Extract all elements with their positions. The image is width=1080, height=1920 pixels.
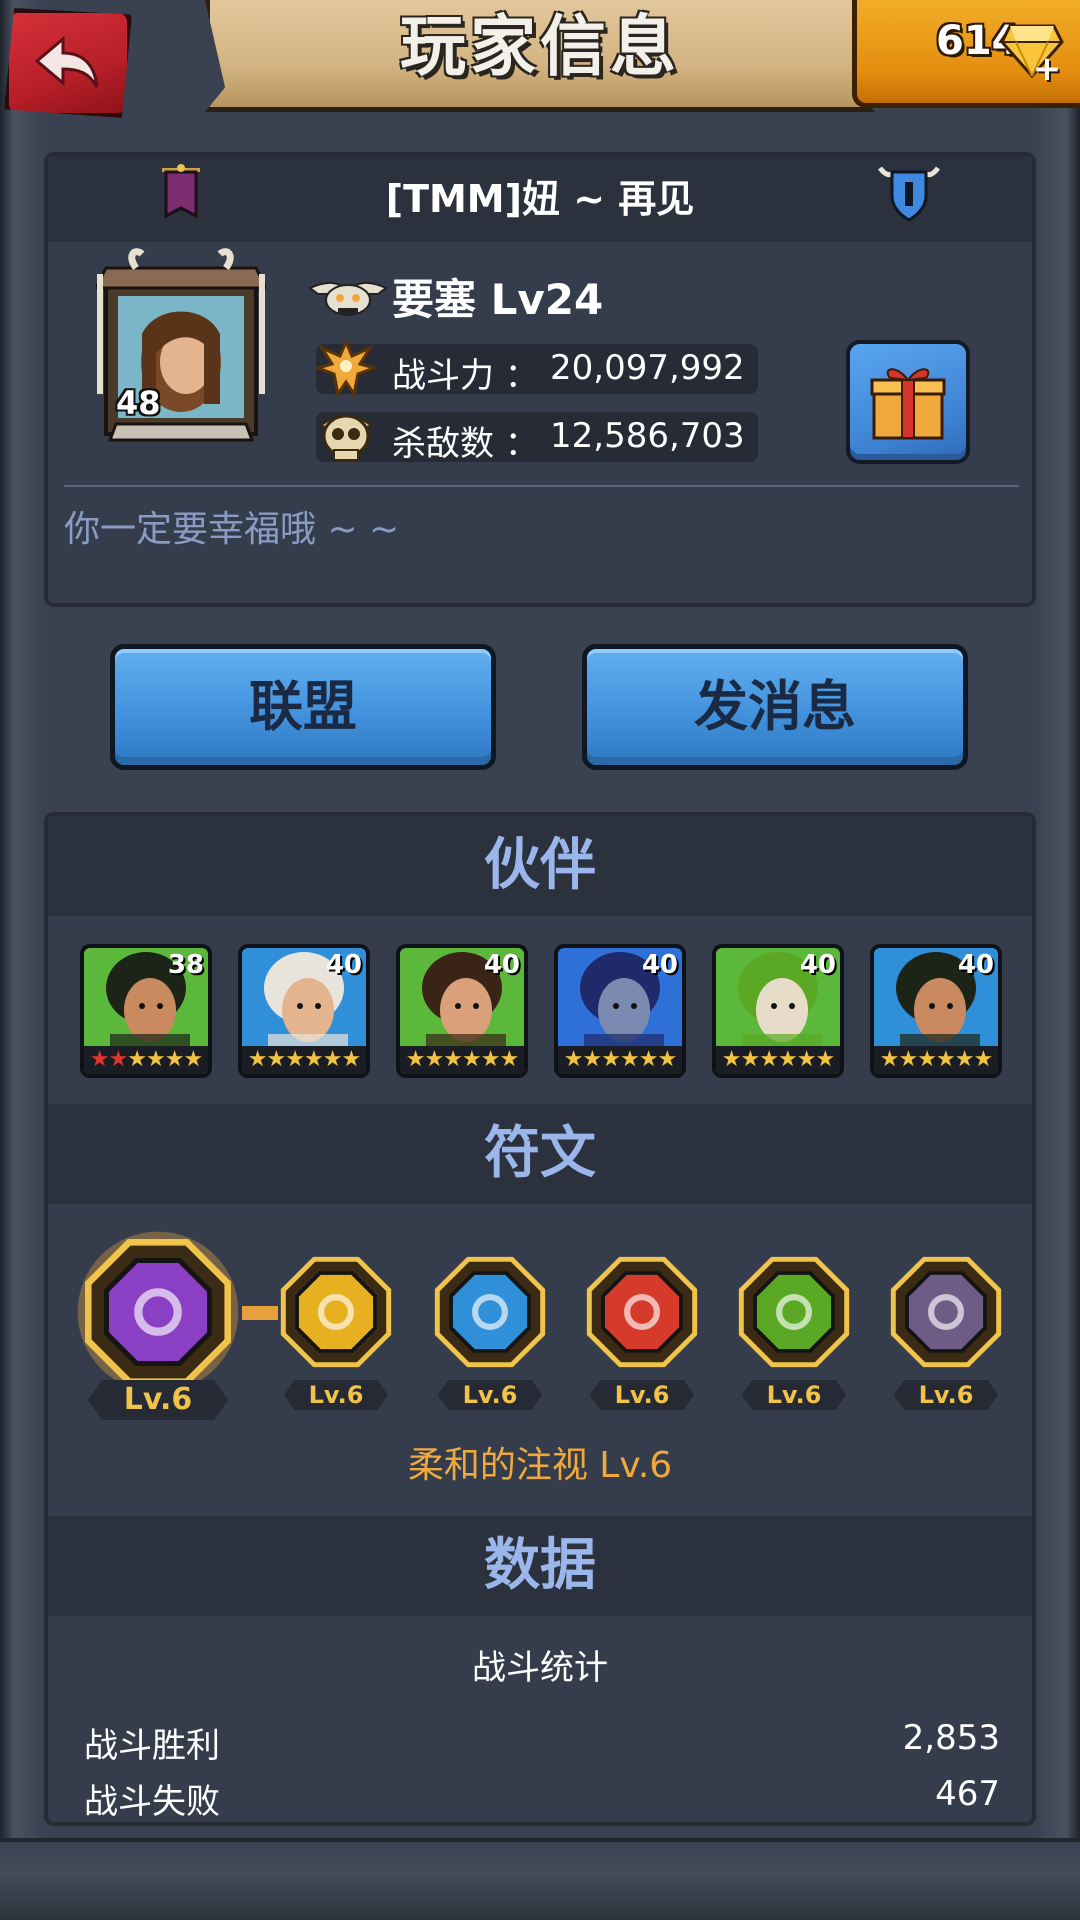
back-button[interactable]: [4, 8, 132, 118]
rune-level: Lv.6: [894, 1380, 998, 1410]
star-icon: ★: [304, 1047, 324, 1072]
star-icon: ★: [480, 1047, 501, 1072]
page-title: 玩家信息: [400, 8, 680, 85]
star-icon: ★: [879, 1047, 900, 1072]
partner-stars: ★★★★★★: [558, 1046, 682, 1074]
battle-wins-value: 2,853: [902, 1718, 1000, 1758]
star-icon: ★: [322, 1047, 343, 1072]
gift-icon: [870, 368, 946, 440]
kills-value: 12,586,703: [550, 416, 745, 456]
alliance-button[interactable]: 联盟: [110, 644, 496, 770]
star-icon: ★: [563, 1047, 584, 1072]
battle-wins-label: 战斗胜利: [84, 1726, 220, 1766]
star-icon: ★: [183, 1047, 203, 1072]
star-icon: ★: [341, 1047, 361, 1072]
battle-losses-value: 467: [935, 1774, 1000, 1814]
star-icon: ★: [815, 1047, 835, 1072]
rune-level: Lv.6: [88, 1380, 228, 1420]
rune-slot[interactable]: [580, 1250, 704, 1374]
rune-level: Lv.6: [284, 1380, 388, 1410]
partner-stars: ★★★★★★: [400, 1046, 524, 1074]
star-icon: ★: [164, 1047, 185, 1072]
star-icon: ★: [740, 1047, 761, 1072]
star-icon: ★: [247, 1047, 268, 1072]
power-label: 战斗力 ：: [392, 356, 539, 396]
player-level: 48: [116, 384, 161, 422]
star-icon: ★: [973, 1047, 993, 1072]
stone-frame-bottom: [0, 1838, 1080, 1920]
star-icon: ★: [936, 1047, 956, 1072]
divider: [64, 485, 1019, 487]
power-value: 20,097,992: [550, 348, 745, 388]
star-icon: ★: [266, 1047, 287, 1072]
partner-stars: ★★★★★★: [84, 1046, 208, 1074]
battle-losses-label: 战斗失败: [84, 1782, 220, 1822]
star-icon: ★: [721, 1047, 742, 1072]
back-arrow-icon: [34, 35, 99, 88]
star-icon: ★: [796, 1047, 817, 1072]
partner-card[interactable]: 38 ★★★★★★: [80, 944, 212, 1078]
partner-card[interactable]: 40 ★★★★★★: [870, 944, 1002, 1078]
skull-kills-icon: [317, 414, 375, 461]
partner-stars: ★★★★★★: [716, 1046, 840, 1074]
rune-slot[interactable]: [76, 1230, 240, 1394]
star-icon: ★: [499, 1047, 519, 1072]
star-icon: ★: [405, 1047, 426, 1072]
star-icon: ★: [285, 1047, 305, 1072]
partner-card[interactable]: 40 ★★★★★★: [238, 944, 370, 1078]
rank-shield-icon: [878, 166, 940, 222]
star-icon: ★: [954, 1047, 975, 1072]
send-message-button[interactable]: 发消息: [582, 644, 968, 770]
partner-stars: ★★★★★★: [874, 1046, 998, 1074]
selected-rune-name: 柔和的注视 Lv.6: [407, 1445, 673, 1486]
rune-link-connector: [242, 1306, 278, 1320]
partners-header: 伙伴: [48, 816, 1032, 916]
partner-level: 40: [799, 950, 836, 980]
star-icon: ★: [657, 1047, 677, 1072]
partner-level: 40: [325, 950, 362, 980]
add-gems-icon[interactable]: +: [1032, 52, 1062, 86]
star-icon: ★: [462, 1047, 482, 1072]
fortress-level: 要塞 Lv24: [392, 275, 604, 324]
partner-level: 38: [167, 950, 204, 980]
star-icon: ★: [778, 1047, 798, 1072]
guild-flag-icon: [162, 164, 200, 219]
star-icon: ★: [89, 1047, 110, 1072]
star-icon: ★: [898, 1047, 919, 1072]
phoenix-power-icon: [314, 338, 378, 398]
rune-slot[interactable]: [884, 1250, 1008, 1374]
fortress-skull-icon: [308, 282, 388, 316]
partner-level: 40: [957, 950, 994, 980]
star-icon: ★: [759, 1047, 779, 1072]
star-icon: ★: [917, 1047, 937, 1072]
partner-stars: ★★★★★★: [242, 1046, 366, 1074]
star-icon: ★: [638, 1047, 659, 1072]
rune-level: Lv.6: [438, 1380, 542, 1410]
battle-stats-title: 战斗统计: [472, 1648, 608, 1688]
partner-level: 40: [483, 950, 520, 980]
star-icon: ★: [127, 1047, 147, 1072]
rune-level: Lv.6: [590, 1380, 694, 1410]
partner-card[interactable]: 40 ★★★★★★: [554, 944, 686, 1078]
rune-slot[interactable]: [274, 1250, 398, 1374]
partner-card[interactable]: 40 ★★★★★★: [712, 944, 844, 1078]
stats-header: 数据: [48, 1516, 1032, 1616]
player-motto: 你一定要幸福哦 ~ ~: [64, 509, 400, 550]
runes-header: 符文: [48, 1104, 1032, 1204]
partner-level: 40: [641, 950, 678, 980]
star-icon: ★: [146, 1047, 166, 1072]
star-icon: ★: [601, 1047, 621, 1072]
star-icon: ★: [620, 1047, 640, 1072]
star-icon: ★: [108, 1047, 129, 1072]
rune-level: Lv.6: [742, 1380, 846, 1410]
gift-button[interactable]: [846, 340, 970, 464]
star-icon: ★: [443, 1047, 463, 1072]
partner-card[interactable]: 40 ★★★★★★: [396, 944, 528, 1078]
rune-slot[interactable]: [428, 1250, 552, 1374]
rune-slot[interactable]: [732, 1250, 856, 1374]
kills-label: 杀敌数 ：: [392, 424, 539, 464]
star-icon: ★: [582, 1047, 603, 1072]
star-icon: ★: [424, 1047, 445, 1072]
